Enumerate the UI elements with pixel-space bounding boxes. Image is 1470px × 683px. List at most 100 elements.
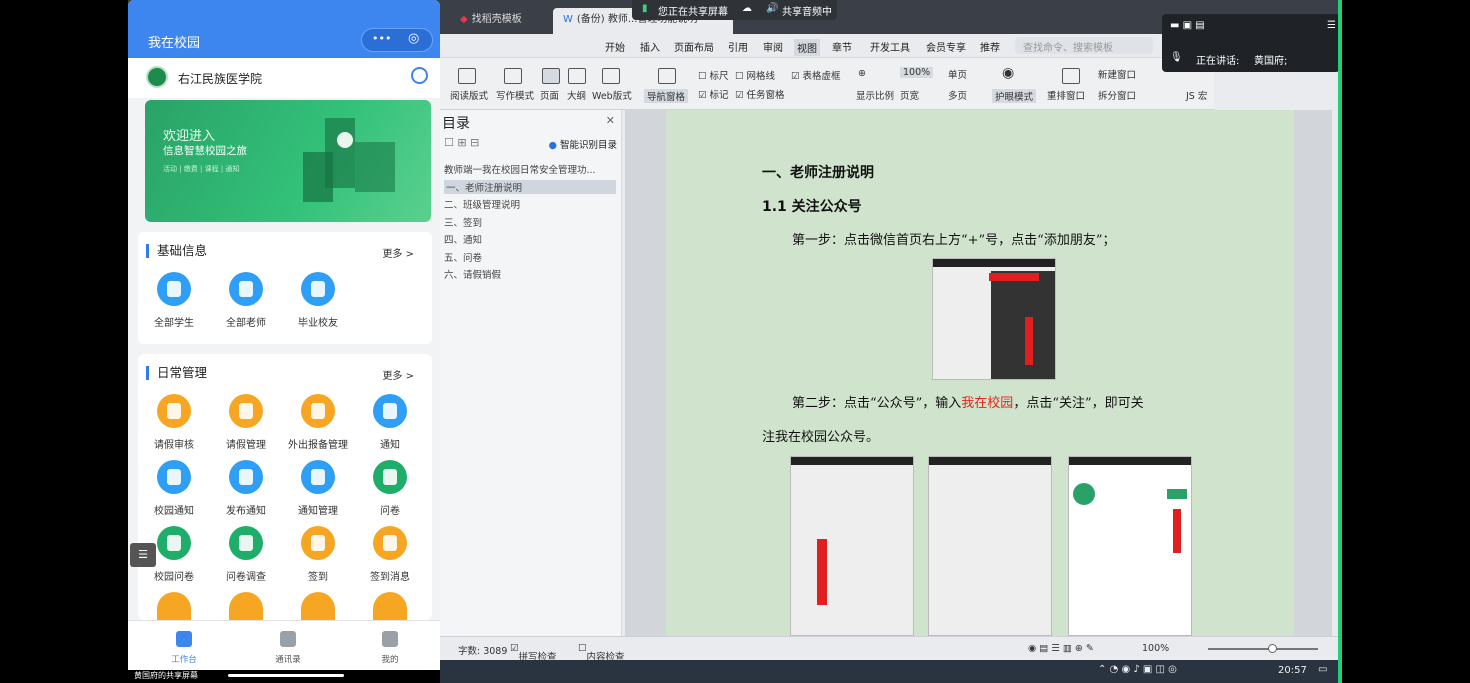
toc-item[interactable]: 六、请假销假: [444, 267, 501, 281]
checkin-icon[interactable]: [301, 526, 335, 560]
workbench-icon[interactable]: [176, 631, 192, 647]
app-label[interactable]: 全部老师: [210, 314, 282, 329]
view-mode-icons[interactable]: ◉ ▤ ☰ ▥ ⊕ ✎: [1028, 643, 1094, 654]
nav-tool-icons[interactable]: ☐ ⊞ ⊟: [444, 136, 479, 149]
toc-item[interactable]: 一、老师注册说明: [444, 179, 616, 194]
profile-icon[interactable]: [382, 631, 398, 647]
menu-recommend[interactable]: 推荐: [980, 39, 1000, 54]
outing-icon[interactable]: [301, 394, 335, 428]
survey-icon[interactable]: [229, 526, 263, 560]
app-icon-partial[interactable]: [229, 592, 263, 620]
close-icon[interactable]: ✕: [606, 114, 615, 127]
app-label[interactable]: 问卷: [354, 502, 426, 517]
contacts-icon[interactable]: [280, 631, 296, 647]
menu-insert[interactable]: 插入: [640, 39, 660, 54]
toc-root[interactable]: 教师端一我在校园日常安全管理功...: [444, 162, 596, 176]
app-label[interactable]: 校园问卷: [138, 568, 210, 583]
app-label[interactable]: 校园通知: [138, 502, 210, 517]
notice-icon[interactable]: [373, 394, 407, 428]
window-controls[interactable]: ▬ ▣ ▤: [1170, 20, 1205, 31]
table-border-checkbox[interactable]: ☑ 表格虚框: [791, 68, 841, 82]
toc-item[interactable]: 五、问卷: [444, 250, 482, 264]
welcome-banner[interactable]: 欢迎进入 信息智慧校园之旅 活动 | 缴费 | 课程 | 通知: [145, 100, 431, 222]
list-toggle-icon[interactable]: ☰: [130, 543, 156, 567]
split-window-button[interactable]: 拆分窗口: [1098, 88, 1136, 102]
nav-label-1[interactable]: 通讯录: [258, 653, 318, 665]
gridline-checkbox[interactable]: ☐ 网格线: [735, 68, 775, 82]
cloud-icon[interactable]: ☁: [742, 3, 752, 14]
basic-more-link[interactable]: 更多 >: [382, 245, 414, 260]
notice-manage-icon[interactable]: [301, 460, 335, 494]
outline-button[interactable]: 大纲: [567, 88, 586, 102]
multi-page-button[interactable]: 多页: [948, 88, 967, 102]
questionnaire-icon[interactable]: [373, 460, 407, 494]
page-mode-button[interactable]: 页面: [540, 88, 559, 102]
graduation-cap-icon[interactable]: [157, 272, 191, 306]
zoom-percent[interactable]: 100%: [1142, 643, 1169, 654]
ruler-checkbox[interactable]: ☐ 标尺: [698, 68, 729, 82]
app-label[interactable]: 通知管理: [282, 502, 354, 517]
tab-template[interactable]: ◆ 找稻壳模板: [450, 8, 532, 34]
app-label[interactable]: 签到消息: [354, 568, 426, 583]
toc-item[interactable]: 三、签到: [444, 215, 482, 229]
content-check-button[interactable]: ☐ 内容检查: [578, 643, 625, 663]
search-icon[interactable]: [411, 67, 428, 84]
leave-manage-icon[interactable]: [229, 394, 263, 428]
nav-label-0[interactable]: 工作台: [154, 653, 214, 665]
app-label[interactable]: 请假管理: [210, 436, 282, 451]
app-label[interactable]: 通知: [354, 436, 426, 451]
nav-pane-button[interactable]: 导航窗格: [644, 89, 689, 103]
aperture-icon[interactable]: [301, 272, 335, 306]
notification-icon[interactable]: ▭: [1318, 664, 1327, 675]
menu-member[interactable]: 会员专享: [926, 39, 966, 54]
menu-chapter[interactable]: 章节: [832, 39, 852, 54]
menu-start[interactable]: 开始: [605, 39, 625, 54]
smart-toc-button[interactable]: ● 智能识别目录: [549, 137, 617, 151]
zoom-ratio-button[interactable]: 显示比例: [856, 88, 894, 102]
menu-icon[interactable]: ☰: [1327, 20, 1336, 31]
nav-label-2[interactable]: 我的: [360, 653, 420, 665]
zoom-slider[interactable]: [1208, 648, 1318, 650]
home-indicator[interactable]: [228, 674, 344, 677]
toc-item[interactable]: 四、通知: [444, 232, 482, 246]
mark-checkbox[interactable]: ☑ 标记: [698, 87, 729, 101]
campus-notice-icon[interactable]: [157, 460, 191, 494]
app-label[interactable]: 请假审核: [138, 436, 210, 451]
teacher-icon[interactable]: [229, 272, 263, 306]
js-macro-button[interactable]: JS 宏: [1186, 88, 1207, 102]
word-count[interactable]: 字数: 3089: [458, 643, 507, 657]
more-dots-icon[interactable]: •••: [372, 32, 391, 45]
app-icon-partial[interactable]: [301, 592, 335, 620]
menu-devtools[interactable]: 开发工具: [870, 39, 910, 54]
taskpane-checkbox[interactable]: ☑ 任务窗格: [735, 87, 785, 101]
menu-review[interactable]: 审阅: [763, 39, 783, 54]
app-label[interactable]: 签到: [282, 568, 354, 583]
menu-layout[interactable]: 页面布局: [674, 39, 714, 54]
write-mode-button[interactable]: 写作模式: [496, 88, 534, 102]
checkin-message-icon[interactable]: [373, 526, 407, 560]
spell-check-button[interactable]: ☑ 拼写检查: [510, 643, 557, 663]
app-label[interactable]: 问卷调查: [210, 568, 282, 583]
publish-notice-icon[interactable]: [229, 460, 263, 494]
close-circle-icon[interactable]: ◎: [408, 31, 419, 46]
campus-questionnaire-icon[interactable]: [157, 526, 191, 560]
zoom-slider-thumb[interactable]: [1268, 644, 1277, 653]
app-label[interactable]: 毕业校友: [282, 314, 354, 329]
web-layout-button[interactable]: Web版式: [592, 88, 632, 102]
toc-item[interactable]: 二、班级管理说明: [444, 197, 520, 211]
arrange-window-button[interactable]: 重排窗口: [1047, 88, 1085, 102]
app-label[interactable]: 全部学生: [138, 314, 210, 329]
app-icon-partial[interactable]: [157, 592, 191, 620]
new-window-button[interactable]: 新建窗口: [1098, 67, 1136, 81]
page-width-button[interactable]: 页宽: [900, 88, 919, 102]
read-mode-button[interactable]: 阅读版式: [450, 88, 488, 102]
zoom-100-button[interactable]: 100%: [900, 67, 934, 78]
command-search-input[interactable]: 查找命令、搜索模板: [1015, 37, 1153, 54]
app-icon-partial[interactable]: [373, 592, 407, 620]
leave-review-icon[interactable]: [157, 394, 191, 428]
menu-view[interactable]: 视图: [794, 39, 820, 56]
mini-program-capsule[interactable]: ••• ◎: [361, 28, 433, 52]
app-label[interactable]: 发布通知: [210, 502, 282, 517]
tray-icons[interactable]: ⌃ ◔ ◉ ♪ ▣ ◫ ◎: [1098, 664, 1177, 675]
menu-references[interactable]: 引用: [728, 39, 748, 54]
